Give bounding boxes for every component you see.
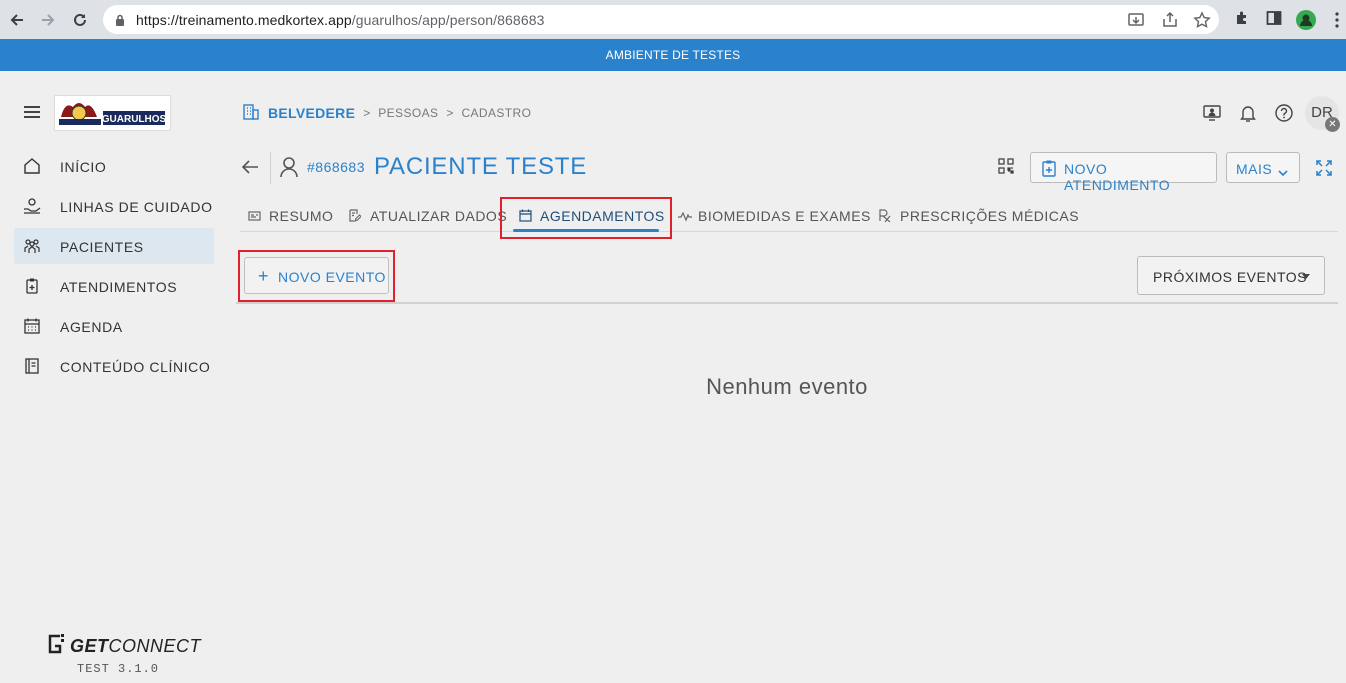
- lock-icon: [115, 13, 125, 31]
- breadcrumb-root[interactable]: BELVEDERE: [268, 105, 355, 121]
- page-title: PACIENTE TESTE: [374, 153, 588, 180]
- home-icon: [23, 157, 41, 175]
- empty-state-message: Nenhum evento: [706, 374, 868, 399]
- url-text: https://treinamento.medkortex.app/guarul…: [136, 12, 545, 28]
- breadcrumb-pessoas[interactable]: PESSOAS: [378, 106, 438, 120]
- getconnect-brand: GETCONNECT: [46, 632, 201, 661]
- bell-icon[interactable]: [1239, 103, 1257, 128]
- pulse-icon: [678, 209, 692, 225]
- divider: [270, 152, 271, 184]
- sidebar-item-label: LINHAS DE CUIDADO: [60, 199, 213, 215]
- qr-code-icon[interactable]: [998, 158, 1014, 179]
- city-logo: GUARULHOS: [54, 95, 171, 131]
- proximos-eventos-dropdown[interactable]: PRÓXIMOS EVENTOS: [1137, 256, 1325, 295]
- sidebar-item-inicio[interactable]: INÍCIO: [14, 148, 214, 184]
- patient-tabs: RESUMO ATUALIZAR DADOS AGENDAMENTOS BIOM…: [240, 200, 1338, 232]
- brand-bold: GET: [70, 636, 109, 656]
- getconnect-logo-icon: [46, 632, 66, 661]
- browser-toolbar: https://treinamento.medkortex.app/guarul…: [0, 0, 1346, 39]
- environment-banner: AMBIENTE DE TESTES: [0, 39, 1346, 71]
- edit-doc-icon: [348, 209, 362, 225]
- clipboard-icon: [23, 277, 41, 295]
- close-icon[interactable]: ✕: [1325, 117, 1340, 132]
- novo-atendimento-button[interactable]: NOVO ATENDIMENTO: [1030, 152, 1217, 193]
- tab-atualizar-dados[interactable]: ATUALIZAR DADOS: [340, 200, 507, 232]
- svg-text:GUARULHOS: GUARULHOS: [101, 114, 166, 125]
- extensions-icon[interactable]: [1234, 10, 1250, 31]
- breadcrumb-cadastro: CADASTRO: [461, 106, 532, 120]
- app-version: TEST 3.1.0: [77, 662, 160, 676]
- sidebar-item-label: CONTEÚDO CLÍNICO: [60, 359, 211, 375]
- sidebar-item-label: PACIENTES: [60, 239, 144, 255]
- sidebar-item-label: INÍCIO: [60, 159, 107, 175]
- tab-prescricoes-medicas[interactable]: PRESCRIÇÕES MÉDICAS: [870, 200, 1079, 232]
- care-hand-icon: [23, 197, 41, 215]
- patient-header: #868683 PACIENTE TESTE NOVO ATENDIMENTO …: [240, 150, 1340, 193]
- side-panel-icon[interactable]: [1266, 10, 1282, 31]
- tab-biomedidas-e-exames[interactable]: BIOMEDIDAS E EXAMES: [670, 200, 870, 232]
- rx-icon: [878, 208, 891, 225]
- main-menu: INÍCIO LINHAS DE CUIDADO PACIENTES ATEND…: [14, 148, 214, 388]
- star-icon[interactable]: [1193, 11, 1211, 29]
- sidebar-item-linhas-de-cuidado[interactable]: LINHAS DE CUIDADO: [14, 188, 214, 224]
- back-arrow-icon[interactable]: [240, 158, 260, 181]
- tab-resumo[interactable]: RESUMO: [240, 200, 338, 232]
- sidebar-item-agenda[interactable]: AGENDA: [14, 308, 214, 344]
- sidebar-item-conteudo-clinico[interactable]: CONTEÚDO CLÍNICO: [14, 348, 214, 384]
- person-icon: [279, 156, 299, 183]
- summary-icon: [248, 209, 261, 225]
- sidebar-item-pacientes[interactable]: PACIENTES: [14, 228, 214, 264]
- sidebar-item-label: AGENDA: [60, 319, 123, 335]
- reload-icon[interactable]: [66, 6, 94, 34]
- sidebar-item-label: ATENDIMENTOS: [60, 279, 178, 295]
- monitor-user-icon[interactable]: [1202, 103, 1222, 128]
- profile-icon[interactable]: [1295, 9, 1317, 36]
- clipboard-plus-icon: [1041, 159, 1057, 180]
- hamburger-menu-icon[interactable]: [24, 106, 40, 118]
- agendamentos-highlight: [500, 197, 672, 239]
- browser-menu-icon[interactable]: [1335, 12, 1339, 33]
- caret-down-icon: [1302, 274, 1310, 279]
- brand-rest: CONNECT: [108, 636, 202, 656]
- address-bar[interactable]: https://treinamento.medkortex.app/guarul…: [103, 5, 1219, 34]
- events-toolbar: + NOVO EVENTO PRÓXIMOS EVENTOS: [236, 250, 1338, 304]
- install-icon[interactable]: [1127, 11, 1145, 29]
- breadcrumb: BELVEDERE > PESSOAS > CADASTRO: [242, 103, 532, 124]
- book-icon: [23, 357, 41, 375]
- patients-icon: [23, 237, 41, 255]
- back-icon[interactable]: [3, 6, 31, 34]
- fullscreen-icon[interactable]: [1315, 159, 1333, 182]
- forward-icon[interactable]: [34, 6, 62, 34]
- chevron-down-icon: [1278, 164, 1288, 180]
- share-icon[interactable]: [1161, 11, 1179, 29]
- calendar-icon: [23, 317, 41, 335]
- help-icon[interactable]: [1274, 103, 1294, 128]
- mais-button[interactable]: MAIS: [1226, 152, 1300, 183]
- building-icon: [242, 103, 260, 124]
- sidebar-item-atendimentos[interactable]: ATENDIMENTOS: [14, 268, 214, 304]
- patient-id: #868683: [307, 159, 366, 175]
- sidebar: GUARULHOS INÍCIO LINHAS DE CUIDADO PACIE…: [0, 71, 228, 683]
- novo-evento-highlight: [238, 250, 395, 302]
